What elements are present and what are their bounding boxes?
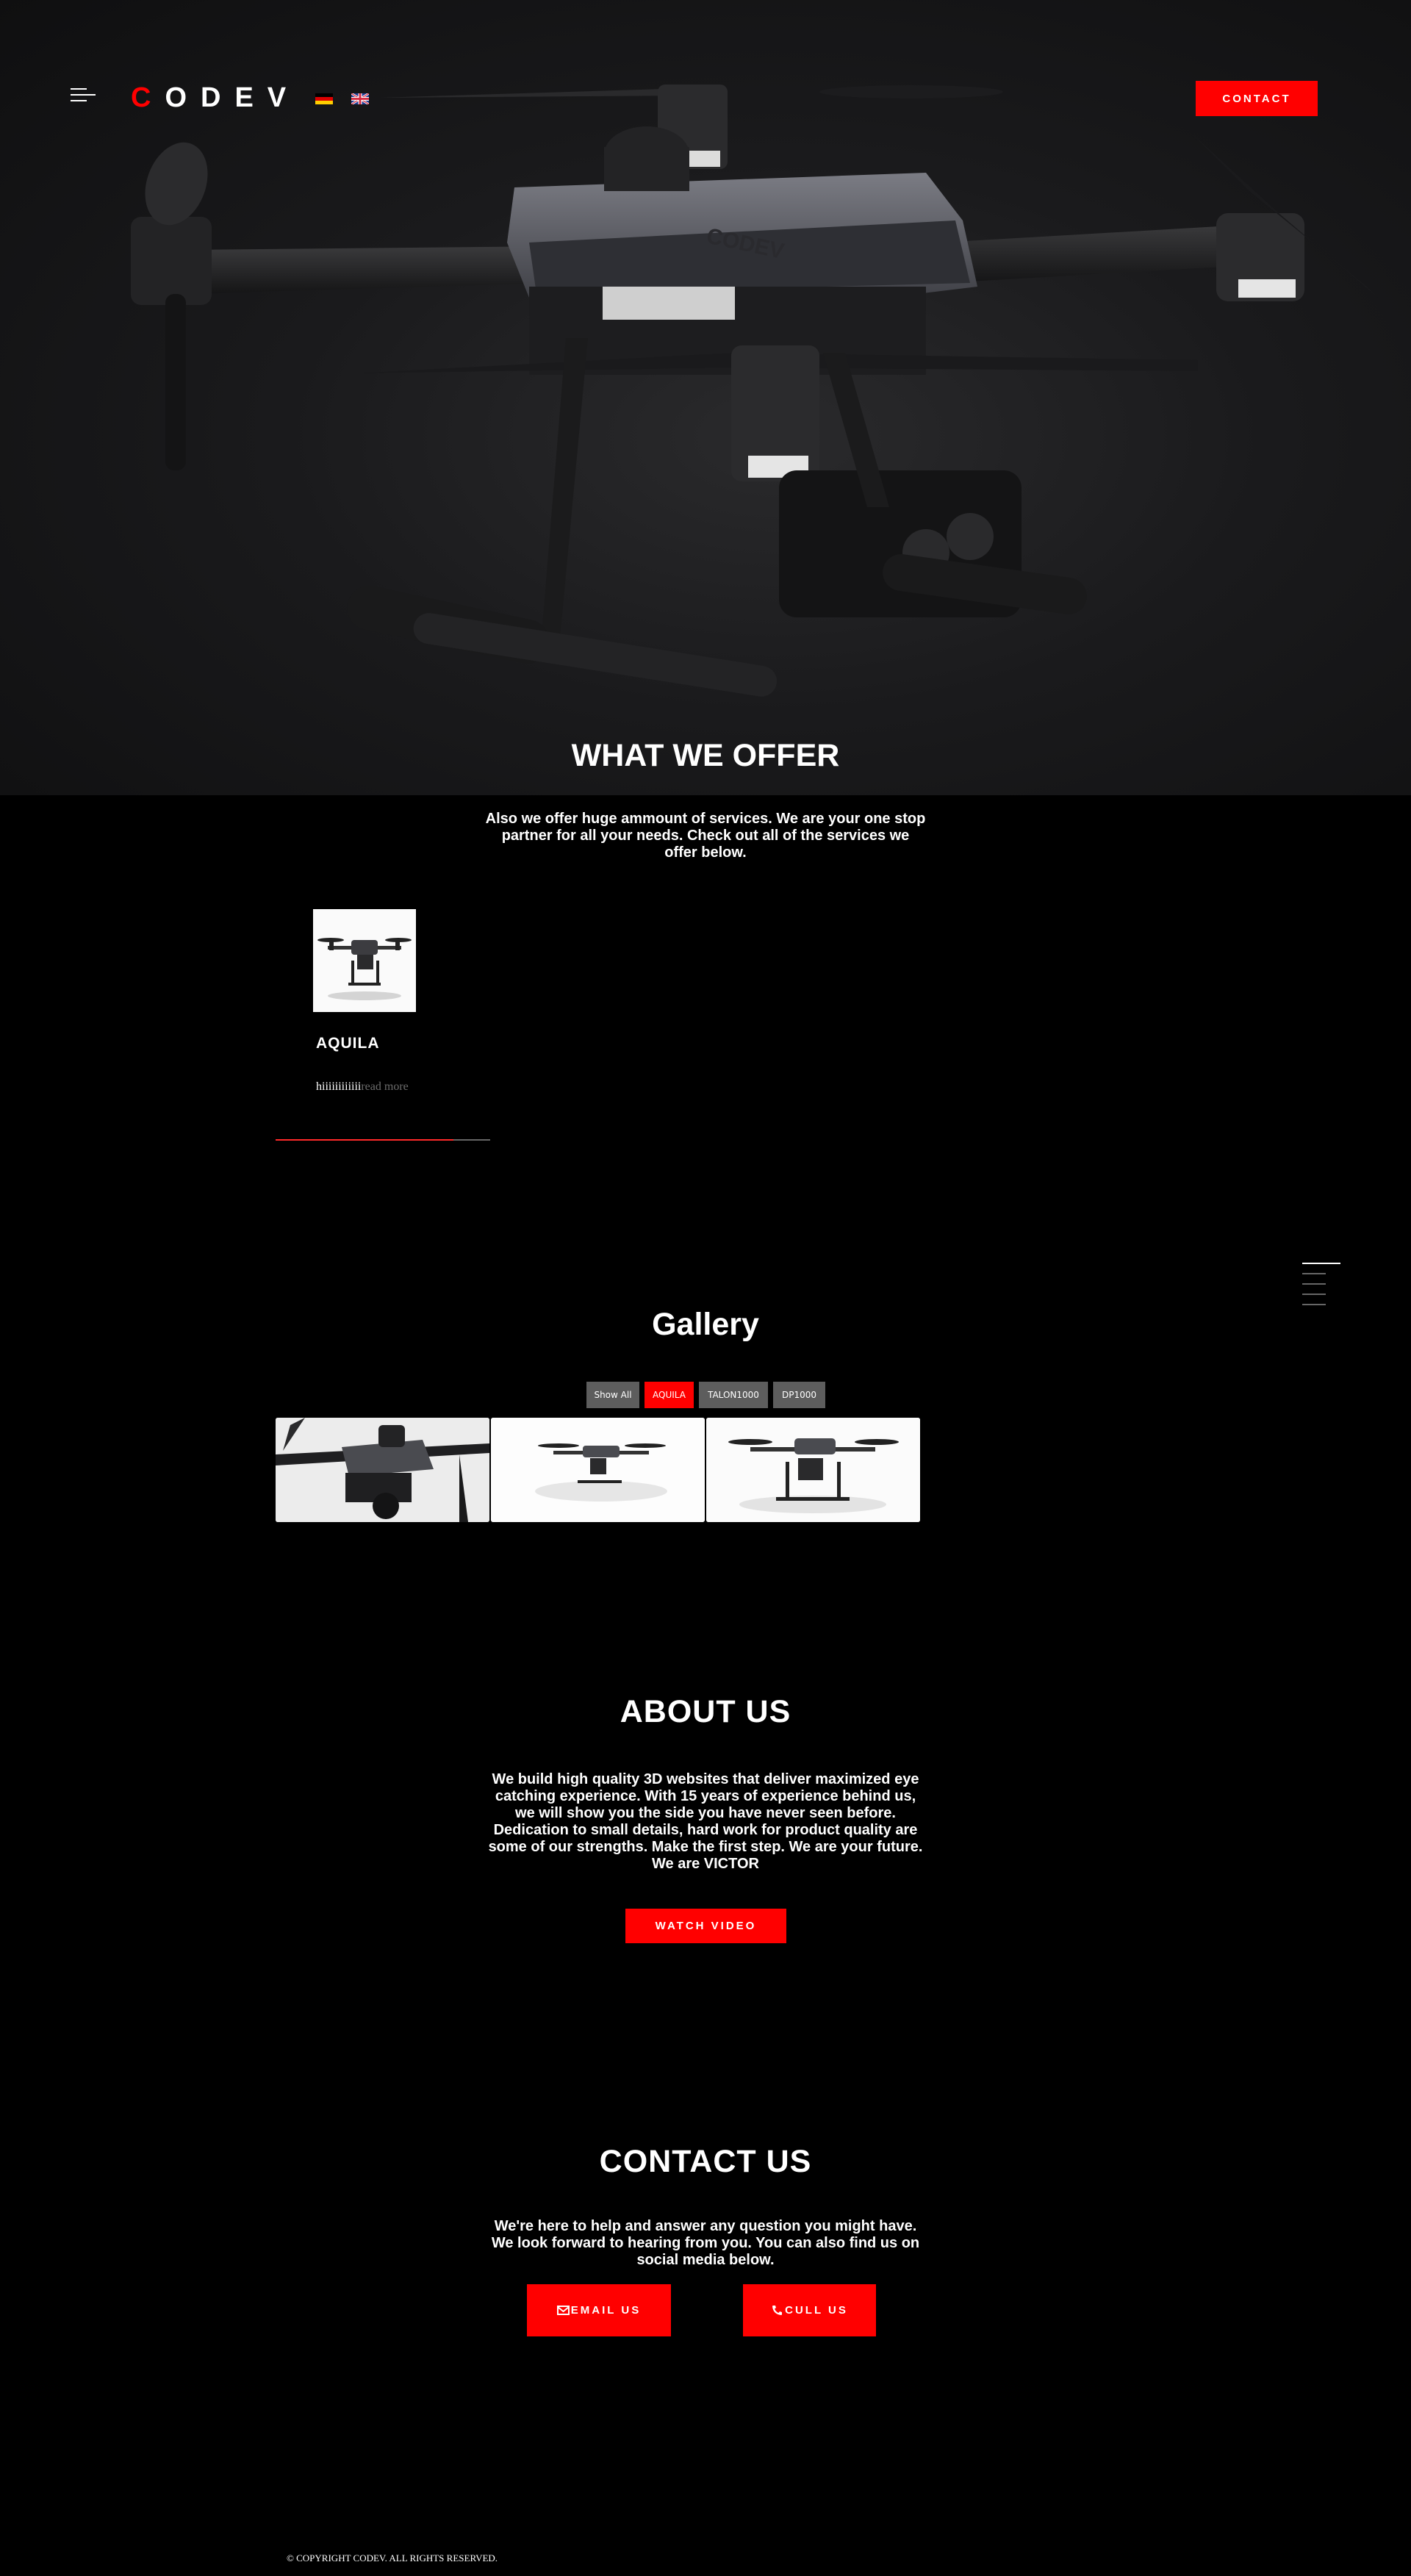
product-progress-bar	[276, 1139, 490, 1141]
watch-video-button[interactable]: WATCH VIDEO	[625, 1909, 786, 1943]
call-us-button[interactable]: CULL US	[743, 2284, 876, 2336]
contact-button[interactable]: CONTACT	[1196, 81, 1318, 116]
gallery-image-1[interactable]	[276, 1418, 489, 1522]
hamburger-menu-icon[interactable]	[71, 88, 96, 107]
aquila-product-image[interactable]	[313, 909, 416, 1012]
filter-dp1000[interactable]: DP1000	[773, 1382, 825, 1408]
call-us-label: CULL US	[785, 2304, 848, 2317]
contact-us-description: We're here to help and answer any questi…	[491, 2218, 920, 2268]
en-flag-icon[interactable]	[351, 93, 369, 104]
side-nav-lines-icon[interactable]	[1302, 1263, 1340, 1305]
email-us-button[interactable]: EMAIL US	[527, 2284, 671, 2336]
product-description-text: hiiiiiiiiiiii	[316, 1080, 362, 1093]
envelope-icon	[556, 2306, 570, 2315]
phone-icon	[772, 2306, 783, 2315]
gallery-image-3[interactable]	[706, 1418, 920, 1522]
contact-us-title: CONTACT US	[599, 2144, 812, 2179]
filter-show-all[interactable]: Show All	[586, 1382, 639, 1408]
filter-talon1000[interactable]: TALON1000	[699, 1382, 768, 1408]
offer-description: Also we offer huge ammount of services. …	[485, 811, 926, 861]
product-description: hiiiiiiiiiiiiread more	[316, 1080, 409, 1094]
product-title: AQUILA	[316, 1035, 380, 1052]
footer-copyright: © COPYRIGHT CODEV. ALL RIGHTS RESERVED.	[287, 2552, 498, 2564]
codev-logo[interactable]: CODEV	[131, 82, 300, 114]
gallery-title: Gallery	[652, 1307, 759, 1342]
progress-fill	[276, 1139, 453, 1141]
hero-drone-image: CODEV	[131, 85, 1378, 697]
email-us-label: EMAIL US	[570, 2304, 642, 2317]
gallery-image-2[interactable]	[491, 1418, 705, 1522]
what-we-offer-title: WHAT WE OFFER	[571, 738, 840, 773]
about-us-title: ABOUT US	[620, 1694, 791, 1729]
filter-aquila[interactable]: AQUILA	[645, 1382, 694, 1408]
hero-section: CODEV CODEV CONTACT WHAT WE OFFER	[0, 0, 1411, 795]
about-us-description: We build high quality 3D websites that d…	[488, 1771, 923, 1872]
de-flag-icon[interactable]	[315, 93, 333, 104]
read-more-link[interactable]: read more	[361, 1080, 408, 1093]
